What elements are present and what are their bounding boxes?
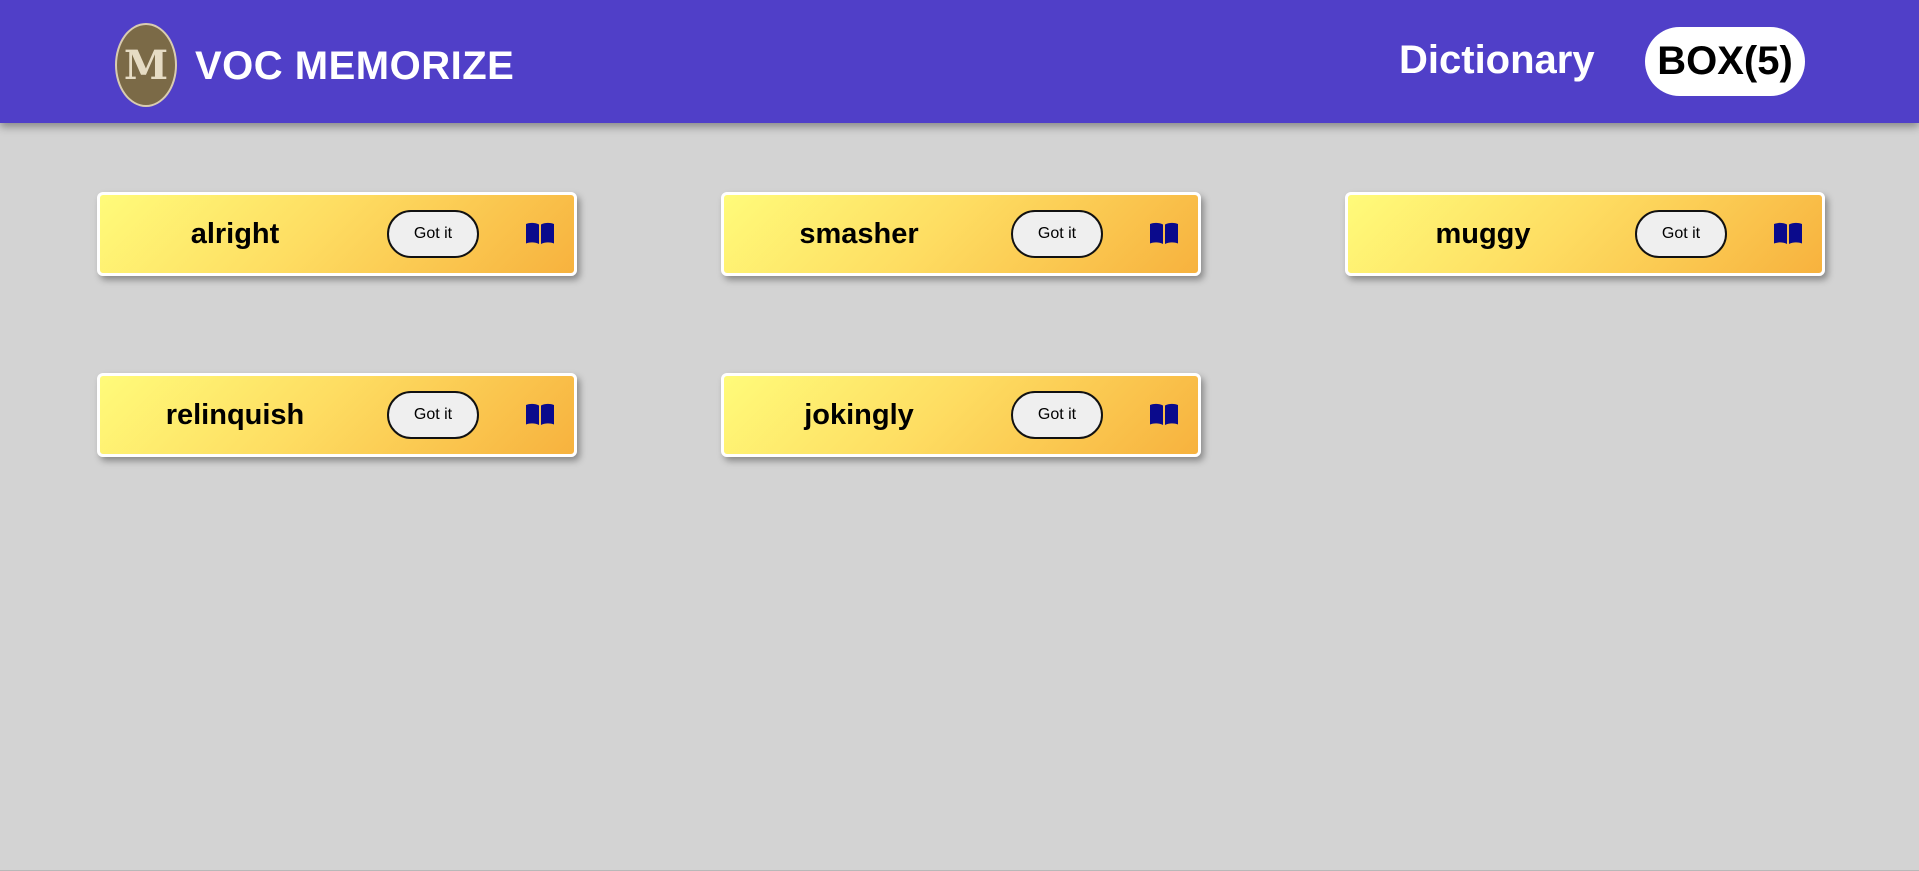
got-it-button[interactable]: Got it <box>1011 391 1103 439</box>
word-label: smasher <box>799 218 919 250</box>
got-it-button[interactable]: Got it <box>1635 210 1727 258</box>
got-it-button[interactable]: Got it <box>387 391 479 439</box>
word-card: relinquish Got it <box>97 373 577 457</box>
word-card: smasher Got it <box>721 192 1201 276</box>
app-header: M VOC MEMORIZE Dictionary BOX(5) <box>0 0 1919 123</box>
svg-text:M: M <box>124 43 168 87</box>
word-label: relinquish <box>165 399 305 431</box>
book-icon[interactable] <box>525 402 555 426</box>
nav-box-button[interactable]: BOX(5) <box>1645 27 1805 96</box>
got-it-button[interactable]: Got it <box>387 210 479 258</box>
got-it-button[interactable]: Got it <box>1011 210 1103 258</box>
word-card-grid: alright Got it smasher Got it muggy Got … <box>0 0 1919 871</box>
word-card: jokingly Got it <box>721 373 1201 457</box>
nav-dictionary-link[interactable]: Dictionary <box>1399 38 1595 83</box>
logo-emblem-icon: M <box>124 43 168 87</box>
word-label: muggy <box>1435 218 1531 250</box>
book-icon[interactable] <box>525 221 555 245</box>
app-title: VOC MEMORIZE <box>195 44 515 88</box>
book-icon[interactable] <box>1773 221 1803 245</box>
book-icon[interactable] <box>1149 221 1179 245</box>
word-card: muggy Got it <box>1345 192 1825 276</box>
book-icon[interactable] <box>1149 402 1179 426</box>
word-card: alright Got it <box>97 192 577 276</box>
word-label: jokingly <box>804 399 914 431</box>
logo[interactable]: M <box>115 23 177 107</box>
word-label: alright <box>190 218 280 250</box>
